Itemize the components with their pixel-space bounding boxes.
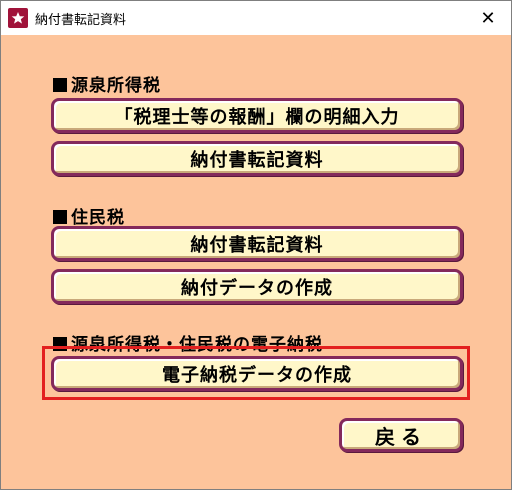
resident-payment-slip-button[interactable]: 納付書転記資料 <box>51 226 463 261</box>
create-electronic-tax-data-button[interactable]: 電子納税データの作成 <box>51 356 463 391</box>
app-star-icon <box>8 8 28 28</box>
section-title: 源泉所得税 <box>71 76 161 96</box>
dialog-window: 納付書転記資料 ✕ 源泉所得税 「税理士等の報酬」欄の明細入力 納付書転記資料 … <box>0 0 512 490</box>
section-label-resident-tax: 住民税 <box>53 203 125 228</box>
square-bullet-icon <box>53 337 67 351</box>
square-bullet-icon <box>53 210 67 224</box>
window-title: 納付書転記資料 <box>35 13 127 28</box>
section-label-withholding-tax: 源泉所得税 <box>53 71 161 96</box>
section-label-electronic-tax: 源泉所得税・住民税の電子納税 <box>53 330 323 355</box>
close-button[interactable]: ✕ <box>465 1 511 35</box>
section-title: 住民税 <box>71 208 125 228</box>
square-bullet-icon <box>53 78 67 92</box>
tax-accountant-fee-detail-button[interactable]: 「税理士等の報酬」欄の明細入力 <box>51 98 463 133</box>
create-payment-data-button[interactable]: 納付データの作成 <box>51 269 463 304</box>
close-icon: ✕ <box>480 7 496 29</box>
section-title: 源泉所得税・住民税の電子納税 <box>71 335 323 355</box>
dialog-body: 源泉所得税 「税理士等の報酬」欄の明細入力 納付書転記資料 住民税 納付書転記資… <box>1 35 511 489</box>
title-bar: 納付書転記資料 ✕ <box>1 1 511 35</box>
back-button[interactable]: 戻る <box>339 418 463 452</box>
withholding-payment-slip-button[interactable]: 納付書転記資料 <box>51 141 463 176</box>
